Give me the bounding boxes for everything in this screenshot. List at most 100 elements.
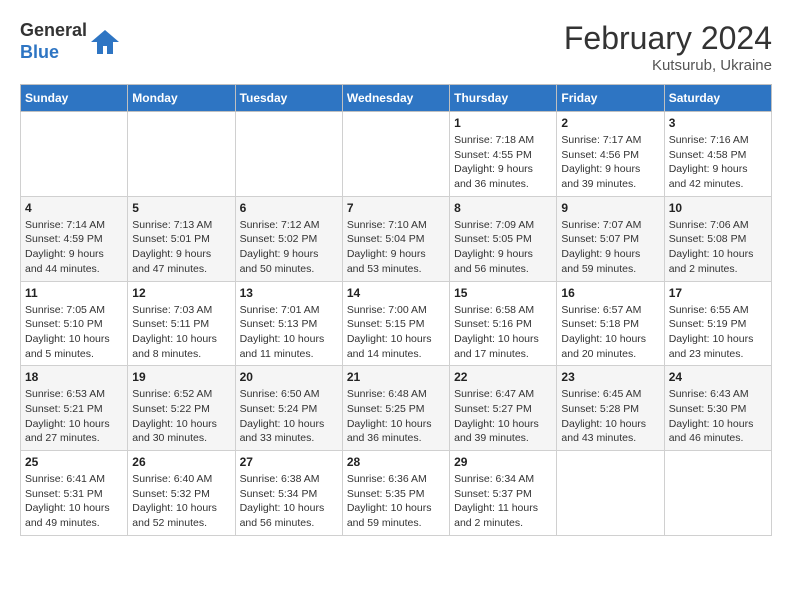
calendar-table: SundayMondayTuesdayWednesdayThursdayFrid…: [20, 84, 772, 536]
day-number: 28: [347, 455, 445, 469]
day-info: Sunrise: 6:53 AM Sunset: 5:21 PM Dayligh…: [25, 387, 123, 446]
day-info: Sunrise: 7:17 AM Sunset: 4:56 PM Dayligh…: [561, 133, 659, 192]
page-header: General Blue February 2024 Kutsurub, Ukr…: [20, 20, 772, 74]
day-info: Sunrise: 6:57 AM Sunset: 5:18 PM Dayligh…: [561, 303, 659, 362]
calendar-cell: 2 Sunrise: 7:17 AM Sunset: 4:56 PM Daylig…: [557, 112, 664, 197]
calendar-cell: [21, 112, 128, 197]
calendar-cell: 1 Sunrise: 7:18 AM Sunset: 4:55 PM Daylig…: [450, 112, 557, 197]
calendar-week-5: 25 Sunrise: 6:41 AM Sunset: 5:31 PM Dayli…: [21, 451, 772, 536]
calendar-cell: [664, 451, 771, 536]
calendar-cell: 25 Sunrise: 6:41 AM Sunset: 5:31 PM Dayli…: [21, 451, 128, 536]
calendar-cell: 12 Sunrise: 7:03 AM Sunset: 5:11 PM Dayli…: [128, 281, 235, 366]
day-info: Sunrise: 7:01 AM Sunset: 5:13 PM Dayligh…: [240, 303, 338, 362]
calendar-cell: 24 Sunrise: 6:43 AM Sunset: 5:30 PM Dayli…: [664, 366, 771, 451]
weekday-header-wednesday: Wednesday: [342, 85, 449, 112]
day-info: Sunrise: 6:40 AM Sunset: 5:32 PM Dayligh…: [132, 472, 230, 531]
day-info: Sunrise: 7:07 AM Sunset: 5:07 PM Dayligh…: [561, 218, 659, 277]
calendar-cell: 4 Sunrise: 7:14 AM Sunset: 4:59 PM Daylig…: [21, 196, 128, 281]
day-number: 15: [454, 286, 552, 300]
calendar-cell: [128, 112, 235, 197]
calendar-cell: [235, 112, 342, 197]
calendar-cell: 20 Sunrise: 6:50 AM Sunset: 5:24 PM Dayli…: [235, 366, 342, 451]
day-number: 26: [132, 455, 230, 469]
day-info: Sunrise: 7:16 AM Sunset: 4:58 PM Dayligh…: [669, 133, 767, 192]
day-info: Sunrise: 7:13 AM Sunset: 5:01 PM Dayligh…: [132, 218, 230, 277]
day-info: Sunrise: 6:36 AM Sunset: 5:35 PM Dayligh…: [347, 472, 445, 531]
day-info: Sunrise: 6:43 AM Sunset: 5:30 PM Dayligh…: [669, 387, 767, 446]
calendar-cell: 27 Sunrise: 6:38 AM Sunset: 5:34 PM Dayli…: [235, 451, 342, 536]
calendar-cell: 21 Sunrise: 6:48 AM Sunset: 5:25 PM Dayli…: [342, 366, 449, 451]
day-info: Sunrise: 6:55 AM Sunset: 5:19 PM Dayligh…: [669, 303, 767, 362]
calendar-cell: 14Sunrise: 7:00 AM Sunset: 5:15 PM Dayli…: [342, 281, 449, 366]
calendar-week-2: 4 Sunrise: 7:14 AM Sunset: 4:59 PM Daylig…: [21, 196, 772, 281]
calendar-cell: 5 Sunrise: 7:13 AM Sunset: 5:01 PM Daylig…: [128, 196, 235, 281]
calendar-cell: 11 Sunrise: 7:05 AM Sunset: 5:10 PM Dayli…: [21, 281, 128, 366]
calendar-cell: [557, 451, 664, 536]
day-number: 18: [25, 370, 123, 384]
calendar-body: 1 Sunrise: 7:18 AM Sunset: 4:55 PM Daylig…: [21, 112, 772, 536]
day-number: 4: [25, 201, 123, 215]
calendar-cell: 26 Sunrise: 6:40 AM Sunset: 5:32 PM Dayli…: [128, 451, 235, 536]
day-number: 20: [240, 370, 338, 384]
weekday-header-saturday: Saturday: [664, 85, 771, 112]
title-block: February 2024 Kutsurub, Ukraine: [564, 20, 772, 74]
day-number: 16: [561, 286, 659, 300]
calendar-cell: [342, 112, 449, 197]
logo: General Blue: [20, 20, 119, 63]
day-number: 21: [347, 370, 445, 384]
calendar-cell: 9 Sunrise: 7:07 AM Sunset: 5:07 PM Daylig…: [557, 196, 664, 281]
calendar-cell: 18 Sunrise: 6:53 AM Sunset: 5:21 PM Dayli…: [21, 366, 128, 451]
calendar-week-4: 18 Sunrise: 6:53 AM Sunset: 5:21 PM Dayli…: [21, 366, 772, 451]
calendar-cell: 16 Sunrise: 6:57 AM Sunset: 5:18 PM Dayli…: [557, 281, 664, 366]
day-number: 8: [454, 201, 552, 215]
day-number: 12: [132, 286, 230, 300]
day-number: 22: [454, 370, 552, 384]
weekday-row: SundayMondayTuesdayWednesdayThursdayFrid…: [21, 85, 772, 112]
day-number: 9: [561, 201, 659, 215]
calendar-cell: 8Sunrise: 7:09 AM Sunset: 5:05 PM Daylig…: [450, 196, 557, 281]
day-info: Sunrise: 6:58 AM Sunset: 5:16 PM Dayligh…: [454, 303, 552, 362]
weekday-header-thursday: Thursday: [450, 85, 557, 112]
calendar-cell: 10Sunrise: 7:06 AM Sunset: 5:08 PM Dayli…: [664, 196, 771, 281]
day-number: 5: [132, 201, 230, 215]
day-number: 24: [669, 370, 767, 384]
day-info: Sunrise: 6:50 AM Sunset: 5:24 PM Dayligh…: [240, 387, 338, 446]
day-info: Sunrise: 7:06 AM Sunset: 5:08 PM Dayligh…: [669, 218, 767, 277]
calendar-cell: 29Sunrise: 6:34 AM Sunset: 5:37 PM Dayli…: [450, 451, 557, 536]
logo-text: General Blue: [20, 20, 87, 63]
day-info: Sunrise: 6:47 AM Sunset: 5:27 PM Dayligh…: [454, 387, 552, 446]
day-info: Sunrise: 7:18 AM Sunset: 4:55 PM Dayligh…: [454, 133, 552, 192]
day-number: 17: [669, 286, 767, 300]
day-number: 1: [454, 116, 552, 130]
location: Kutsurub, Ukraine: [564, 57, 772, 74]
logo-bird-icon: [91, 28, 119, 56]
day-info: Sunrise: 7:05 AM Sunset: 5:10 PM Dayligh…: [25, 303, 123, 362]
day-info: Sunrise: 7:03 AM Sunset: 5:11 PM Dayligh…: [132, 303, 230, 362]
day-info: Sunrise: 6:41 AM Sunset: 5:31 PM Dayligh…: [25, 472, 123, 531]
day-number: 6: [240, 201, 338, 215]
calendar-week-1: 1 Sunrise: 7:18 AM Sunset: 4:55 PM Daylig…: [21, 112, 772, 197]
calendar-cell: 3Sunrise: 7:16 AM Sunset: 4:58 PM Daylig…: [664, 112, 771, 197]
day-number: 2: [561, 116, 659, 130]
weekday-header-monday: Monday: [128, 85, 235, 112]
day-number: 13: [240, 286, 338, 300]
calendar-cell: 28 Sunrise: 6:36 AM Sunset: 5:35 PM Dayli…: [342, 451, 449, 536]
calendar-cell: 13 Sunrise: 7:01 AM Sunset: 5:13 PM Dayli…: [235, 281, 342, 366]
day-number: 7: [347, 201, 445, 215]
day-number: 27: [240, 455, 338, 469]
calendar-header: SundayMondayTuesdayWednesdayThursdayFrid…: [21, 85, 772, 112]
day-info: Sunrise: 7:14 AM Sunset: 4:59 PM Dayligh…: [25, 218, 123, 277]
day-number: 25: [25, 455, 123, 469]
day-info: Sunrise: 7:10 AM Sunset: 5:04 PM Dayligh…: [347, 218, 445, 277]
day-number: 29: [454, 455, 552, 469]
calendar-cell: 17 Sunrise: 6:55 AM Sunset: 5:19 PM Dayli…: [664, 281, 771, 366]
day-info: Sunrise: 6:48 AM Sunset: 5:25 PM Dayligh…: [347, 387, 445, 446]
weekday-header-friday: Friday: [557, 85, 664, 112]
calendar-cell: 15 Sunrise: 6:58 AM Sunset: 5:16 PM Dayli…: [450, 281, 557, 366]
day-info: Sunrise: 7:12 AM Sunset: 5:02 PM Dayligh…: [240, 218, 338, 277]
calendar-cell: 23Sunrise: 6:45 AM Sunset: 5:28 PM Dayli…: [557, 366, 664, 451]
day-info: Sunrise: 6:38 AM Sunset: 5:34 PM Dayligh…: [240, 472, 338, 531]
day-number: 11: [25, 286, 123, 300]
day-number: 23: [561, 370, 659, 384]
day-number: 19: [132, 370, 230, 384]
